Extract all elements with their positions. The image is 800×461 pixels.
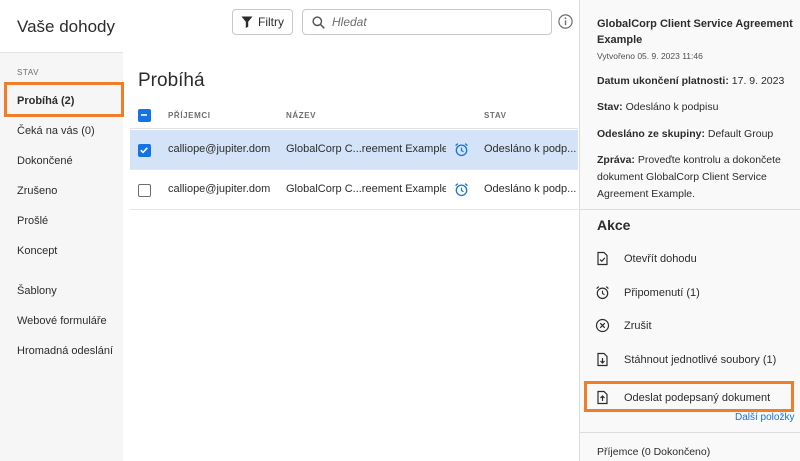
search-input[interactable] — [332, 15, 542, 29]
reminder-action[interactable]: Připomenutí (1) — [595, 285, 700, 300]
message-field: Zpráva: Proveďte kontrolu a dokončete do… — [597, 152, 797, 203]
row-status: Odesláno k podp... — [484, 143, 577, 155]
expiration-label: Datum ukončení platnosti: — [597, 75, 729, 87]
select-all-checkbox[interactable] — [138, 109, 151, 122]
sidebar-item-waiting-for-you[interactable]: Čeká na vás (0) — [17, 125, 95, 137]
checkmark-icon — [140, 147, 148, 154]
filter-icon — [241, 16, 253, 28]
divider — [580, 209, 800, 210]
open-agreement-label: Otevřít dohodu — [624, 252, 697, 265]
divider — [580, 432, 800, 433]
sidebar-item-completed[interactable]: Dokončené — [17, 155, 73, 167]
row-status: Odesláno k podp... — [484, 183, 577, 195]
cancel-circle-icon — [595, 318, 610, 333]
sidebar-item-draft[interactable]: Koncept — [17, 245, 57, 257]
sidebar-item-bulk-sends[interactable]: Hromadná odeslání — [17, 345, 113, 357]
highlight-box-send-signed-document — [584, 381, 794, 412]
page-title: Probíhá — [138, 70, 205, 91]
sidebar-item-web-forms[interactable]: Webové formuláře — [17, 315, 107, 327]
sidebar-section-status: STAV — [17, 68, 40, 77]
actions-heading: Akce — [597, 217, 631, 233]
status-field: Stav: Odesláno k podpisu — [597, 99, 797, 116]
sent-from-group-value: Default Group — [707, 128, 774, 140]
alarm-clock-icon — [455, 143, 468, 157]
alarm-clock-icon — [596, 286, 609, 300]
app-title: Vaše dohody — [17, 17, 115, 36]
reminder-label: Připomenutí (1) — [624, 286, 700, 299]
filter-button-label: Filtry — [258, 15, 284, 29]
status-value: Odesláno k podpisu — [625, 101, 719, 113]
column-header-recipients[interactable]: PŘÍJEMCI — [168, 111, 211, 120]
cancel-label: Zrušit — [624, 319, 652, 332]
recipients-summary[interactable]: Příjemce (0 Dokončeno) — [597, 446, 710, 458]
row-checkbox[interactable] — [138, 144, 151, 157]
alarm-clock-icon — [455, 183, 468, 197]
download-files-action[interactable]: Stáhnout jednotlivé soubory (1) — [595, 352, 776, 367]
row-name: GlobalCorp C...reement Example — [286, 183, 446, 195]
sidebar-item-expired[interactable]: Prošlé — [17, 215, 48, 227]
table-row[interactable]: calliope@jupiter.dom GlobalCorp C...reem… — [130, 130, 578, 170]
table-row[interactable]: calliope@jupiter.dom GlobalCorp C...reem… — [130, 170, 578, 210]
minus-icon — [141, 114, 147, 116]
sent-from-group-label: Odesláno ze skupiny: — [597, 128, 705, 140]
message-label: Zpráva: — [597, 154, 635, 166]
row-recipient: calliope@jupiter.dom — [168, 183, 271, 195]
status-label: Stav: — [597, 101, 623, 113]
highlight-box-in-progress — [4, 82, 124, 117]
download-file-icon — [597, 352, 608, 367]
row-recipient: calliope@jupiter.dom — [168, 143, 271, 155]
table-header: PŘÍJEMCI NÁZEV STAV — [130, 103, 578, 129]
created-date: Vytvořeno 05. 9. 2023 11:46 — [597, 51, 703, 61]
sidebar-item-cancelled[interactable]: Zrušeno — [17, 185, 57, 197]
column-header-name[interactable]: NÁZEV — [286, 111, 316, 120]
cancel-action[interactable]: Zrušit — [595, 318, 652, 333]
sent-from-group-field: Odesláno ze skupiny: Default Group — [597, 126, 797, 143]
search-icon — [312, 15, 325, 29]
agreement-title: GlobalCorp Client Service Agreement Exam… — [597, 18, 793, 46]
document-check-icon — [597, 251, 608, 266]
more-items-link[interactable]: Další položky — [735, 412, 794, 423]
row-checkbox[interactable] — [138, 184, 151, 197]
row-name: GlobalCorp C...reement Example — [286, 143, 446, 155]
filter-button[interactable]: Filtry — [232, 9, 293, 35]
search-box[interactable] — [302, 9, 552, 35]
open-agreement-action[interactable]: Otevřít dohodu — [595, 251, 697, 266]
expiration-field: Datum ukončení platnosti: 17. 9. 2023 — [597, 73, 797, 90]
column-header-status[interactable]: STAV — [484, 111, 507, 120]
download-files-label: Stáhnout jednotlivé soubory (1) — [624, 353, 777, 366]
expiration-value: 17. 9. 2023 — [731, 75, 785, 87]
sidebar-item-templates[interactable]: Šablony — [17, 285, 57, 297]
info-icon[interactable] — [558, 14, 573, 29]
